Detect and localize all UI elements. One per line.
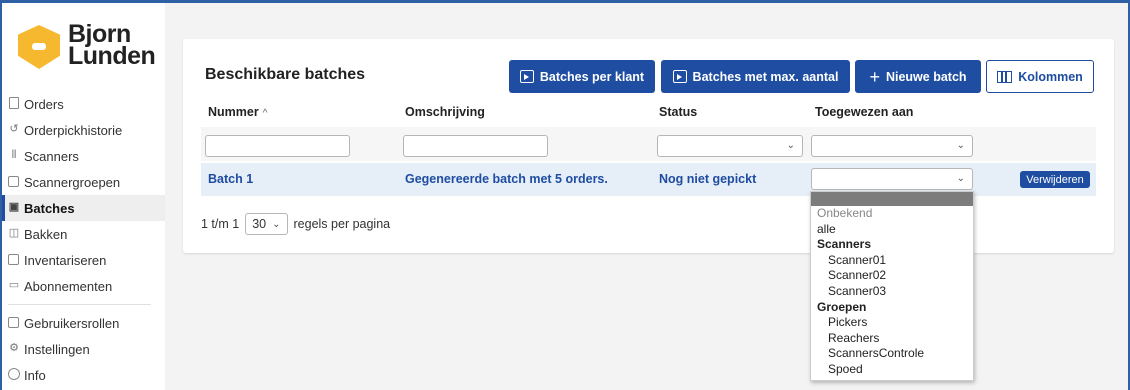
nieuwe-batch-button[interactable]: + Nieuwe batch <box>855 60 981 93</box>
filter-omschrijving-input[interactable] <box>403 135 548 157</box>
sidebar-item-label: Orders <box>24 96 64 112</box>
history-icon: ↺ <box>9 123 19 135</box>
document-icon <box>9 97 19 109</box>
dropdown-option-scanner01[interactable]: Scanner01 <box>811 253 973 269</box>
sidebar-item-gebruikersrollen[interactable]: Gebruikersrollen <box>2 310 165 336</box>
brand-logo[interactable]: Bjorn Lunden <box>16 17 156 77</box>
clipboard-icon <box>8 254 19 265</box>
filter-nummer-input[interactable] <box>205 135 350 157</box>
sidebar-item-label: Gebruikersrollen <box>24 315 120 331</box>
chevron-down-icon: ⌄ <box>956 173 965 184</box>
sidebar-item-scannergroepen[interactable]: Scannergroepen <box>2 169 165 195</box>
button-label: Batches per klant <box>539 69 645 84</box>
batches-card: Beschikbare batches Batches per klant Ba… <box>183 39 1114 253</box>
dropdown-option-pickers[interactable]: Pickers <box>811 315 973 331</box>
page-title: Beschikbare batches <box>205 66 366 83</box>
brand-badge-icon <box>18 25 60 69</box>
sidebar-item-label: Batches <box>24 200 75 216</box>
chevron-down-icon: ⌄ <box>956 140 965 151</box>
sidebar-item-label: Bakken <box>24 226 68 242</box>
column-header-status[interactable]: Status <box>659 105 697 119</box>
sidebar-item-scanners[interactable]: ⦀ Scanners <box>2 143 165 169</box>
monitor-icon: ▭ <box>8 279 20 291</box>
batches-icon: ▣ <box>8 201 20 213</box>
dropdown-option-reachers[interactable]: Reachers <box>811 331 973 347</box>
pagination: 1 t/m 1 30 ⌄ regels per pagina <box>201 213 390 235</box>
batch-play-icon <box>519 70 534 83</box>
sidebar-item-inventariseren[interactable]: Inventariseren <box>2 247 165 273</box>
sidebar-item-instellingen[interactable]: ⚙ Instellingen <box>2 336 165 362</box>
button-label: Nieuwe batch <box>885 69 967 84</box>
assign-to-select[interactable]: ⌄ <box>811 168 973 190</box>
sidebar-item-label: Abonnementen <box>24 278 113 294</box>
dropdown-group-scanners: Scanners <box>817 237 872 252</box>
sidebar-item-label: Info <box>24 367 46 383</box>
column-header-toegewezen-aan[interactable]: Toegewezen aan <box>815 105 913 119</box>
columns-icon <box>997 70 1013 83</box>
brand-name: Bjorn Lunden <box>68 22 156 70</box>
main-content: Beschikbare batches Batches per klant Ba… <box>165 3 1128 390</box>
batches-per-klant-button[interactable]: Batches per klant <box>509 60 655 93</box>
dropdown-option-scanner03[interactable]: Scanner03 <box>811 284 973 300</box>
scanner-group-icon <box>8 176 19 187</box>
user-roles-icon <box>8 317 19 328</box>
dropdown-option-onbekend[interactable]: Onbekend <box>811 206 973 222</box>
dropdown-option-scanner02[interactable]: Scanner02 <box>811 268 973 284</box>
barcode-icon: ⦀ <box>11 149 17 161</box>
sidebar: Bjorn Lunden Orders ↺ Orderpickhistorie … <box>2 3 165 390</box>
delete-batch-button[interactable]: Verwijderen <box>1020 171 1090 188</box>
sidebar-item-label: Scanners <box>24 148 79 164</box>
sidebar-item-orderpickhistorie[interactable]: ↺ Orderpickhistorie <box>2 117 165 143</box>
column-header-omschrijving[interactable]: Omschrijving <box>405 105 485 119</box>
chevron-down-icon: ⌄ <box>786 140 795 151</box>
assign-to-dropdown[interactable]: Onbekend alle Scanners Scanner01 Scanner… <box>810 191 974 381</box>
button-label: Kolommen <box>1018 69 1083 84</box>
column-header-nummer[interactable]: Nummer ^ <box>208 105 267 119</box>
dropdown-option-scannerscontrole[interactable]: ScannersControle <box>811 346 973 362</box>
sidebar-item-bakken[interactable]: ◫ Bakken <box>2 221 165 247</box>
sidebar-item-abonnementen[interactable]: ▭ Abonnementen <box>2 273 165 299</box>
dropdown-group-groepen: Groepen <box>817 299 867 314</box>
sidebar-divider <box>8 304 151 305</box>
filter-status-select[interactable]: ⌄ <box>657 135 803 157</box>
batches-max-aantal-button[interactable]: Batches met max. aantal <box>661 60 850 93</box>
chevron-down-icon: ⌄ <box>272 218 281 230</box>
plus-icon: + <box>869 66 880 87</box>
sidebar-item-label: Orderpickhistorie <box>24 122 123 138</box>
cell-status[interactable]: Nog niet gepickt <box>659 172 756 186</box>
sidebar-item-info[interactable]: Info <box>2 362 165 388</box>
sidebar-item-label: Inventariseren <box>24 252 107 268</box>
bin-icon: ◫ <box>8 227 20 239</box>
sidebar-item-orders[interactable]: Orders <box>2 91 165 117</box>
sidebar-nav: Orders ↺ Orderpickhistorie ⦀ Scanners Sc… <box>2 91 165 388</box>
sidebar-item-label: Instellingen <box>24 341 90 357</box>
sidebar-item-label: Scannergroepen <box>24 174 121 190</box>
pagination-range: 1 t/m 1 <box>201 217 240 231</box>
dropdown-option-spoed[interactable]: Spoed <box>811 362 973 378</box>
dropdown-option-alle[interactable]: alle <box>811 222 973 238</box>
dropdown-option-highlighted[interactable] <box>811 192 973 206</box>
filter-toegewezen-select[interactable]: ⌄ <box>811 135 973 157</box>
sidebar-item-batches[interactable]: ▣ Batches <box>2 195 165 221</box>
sort-asc-icon: ^ <box>262 108 268 119</box>
batch-play-icon <box>672 70 687 83</box>
cell-omschrijving[interactable]: Gegenereerde batch met 5 orders. <box>405 172 608 186</box>
cell-nummer[interactable]: Batch 1 <box>208 172 253 186</box>
rows-per-page-value: 30 <box>252 217 267 231</box>
gear-icon: ⚙ <box>9 342 19 354</box>
button-label: Batches met max. aantal <box>692 69 839 84</box>
brand-name-line2: Lunden <box>68 42 156 70</box>
info-icon <box>8 368 20 380</box>
column-label: Nummer <box>208 105 259 119</box>
kolommen-button[interactable]: Kolommen <box>986 60 1094 93</box>
rows-per-page-label: regels per pagina <box>293 217 391 231</box>
rows-per-page-select[interactable]: 30 ⌄ <box>245 213 288 235</box>
